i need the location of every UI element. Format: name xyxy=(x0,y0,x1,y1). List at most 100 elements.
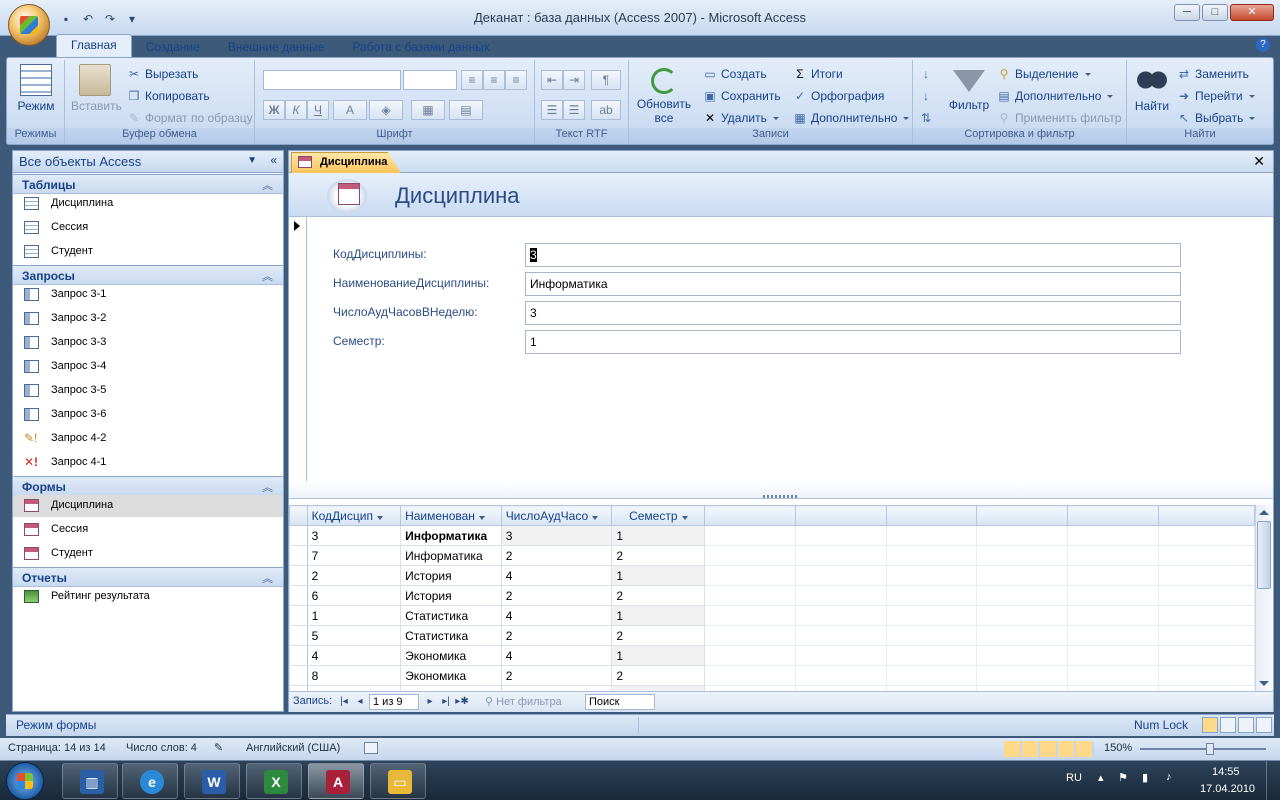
indent-decrease-icon[interactable]: ⇤ xyxy=(541,70,563,90)
last-record-icon[interactable]: ▸| xyxy=(439,695,453,709)
table-cell[interactable]: 8 xyxy=(306,665,402,686)
help-icon[interactable]: ? xyxy=(1256,38,1270,52)
save-record-button[interactable]: ▣ Сохранить xyxy=(703,86,780,106)
table-cell[interactable]: 1 xyxy=(306,605,402,626)
nav-section-forms[interactable]: Формы ︽ xyxy=(13,476,283,496)
field-input-code[interactable]: 3 xyxy=(525,243,1181,267)
zoom-slider[interactable] xyxy=(1140,748,1266,750)
close-document-icon[interactable]: ✕ xyxy=(1253,153,1265,170)
table-cell[interactable]: 2 xyxy=(611,585,706,606)
table-cell[interactable]: 1 xyxy=(611,565,706,586)
refresh-all-button[interactable]: Обновить все xyxy=(635,64,693,125)
first-record-icon[interactable]: |◂ xyxy=(337,695,351,709)
table-cell[interactable]: 3 xyxy=(500,525,613,546)
splitter-grip-icon[interactable] xyxy=(763,495,799,498)
table-cell[interactable]: 2 xyxy=(500,625,613,646)
volume-icon[interactable]: ♪ xyxy=(1166,771,1172,783)
select-button[interactable]: ↖ Выбрать xyxy=(1177,108,1256,128)
bullet-list-icon[interactable]: ☰ xyxy=(563,100,585,120)
taskbar-access[interactable]: A xyxy=(308,763,364,799)
goto-button[interactable]: ➜ Перейти xyxy=(1177,86,1255,106)
spelling-button[interactable]: ✓ Орфография xyxy=(793,86,884,106)
underline-button[interactable]: Ч xyxy=(307,100,329,120)
table-cell[interactable]: 4 xyxy=(500,605,613,626)
column-header[interactable]: Семестр xyxy=(611,505,706,526)
tab-home[interactable]: Главная xyxy=(56,34,132,58)
table-row[interactable]: 2 История 4 1 xyxy=(289,565,1255,586)
delete-record-button[interactable]: ✕ Удалить xyxy=(703,108,779,128)
row-selector[interactable] xyxy=(289,545,308,566)
row-selector[interactable] xyxy=(289,565,308,586)
table-cell[interactable]: 4 xyxy=(306,645,402,666)
action-center-icon[interactable]: ⚑ xyxy=(1118,771,1128,784)
nav-query-3-1[interactable]: Запрос 3-1 xyxy=(13,284,283,306)
filter-button[interactable]: Фильтр xyxy=(945,64,993,112)
show-desktop-button[interactable] xyxy=(1266,761,1280,800)
scrollbar-thumb[interactable] xyxy=(1257,521,1271,589)
column-header[interactable]: ЧислоАудЧасо xyxy=(500,505,613,526)
font-size-combo[interactable] xyxy=(403,70,457,90)
select-all-cell[interactable] xyxy=(289,505,308,526)
tab-external-data[interactable]: Внешние данные xyxy=(214,37,339,58)
view-button[interactable]: Режим xyxy=(13,64,59,113)
office-button[interactable] xyxy=(8,4,50,46)
table-cell[interactable]: 2 xyxy=(500,545,613,566)
nav-report-rating[interactable]: Рейтинг результата xyxy=(13,586,283,608)
table-cell[interactable]: 2 xyxy=(306,565,402,586)
totals-button[interactable]: Σ Итоги xyxy=(793,64,842,84)
bold-button[interactable]: Ж xyxy=(263,100,285,120)
table-cell[interactable]: Статистика xyxy=(400,625,502,646)
column-header[interactable]: Наименован xyxy=(400,505,502,526)
align-right-icon[interactable]: ≡ xyxy=(505,70,527,90)
minimize-button[interactable]: ─ xyxy=(1174,4,1200,21)
network-icon[interactable]: ▮ xyxy=(1142,771,1148,784)
paste-button[interactable]: Вставить xyxy=(71,64,122,113)
field-input-hours[interactable]: 3 xyxy=(525,301,1181,325)
start-button[interactable] xyxy=(6,762,44,800)
find-button[interactable]: Найти xyxy=(1131,64,1173,113)
alternate-fill-icon[interactable]: ▤ xyxy=(449,100,483,120)
prev-record-icon[interactable]: ◂ xyxy=(353,695,367,709)
layout-view-icon[interactable] xyxy=(1238,717,1254,733)
document-tab-discipline[interactable]: Дисциплина xyxy=(291,152,401,173)
row-selector[interactable] xyxy=(289,525,308,546)
scroll-down-icon[interactable] xyxy=(1259,681,1269,686)
taskbar-internet-explorer[interactable]: e xyxy=(122,763,178,799)
next-record-icon[interactable]: ▸ xyxy=(423,695,437,709)
table-row[interactable]: 1 Статистика 4 1 xyxy=(289,605,1255,626)
zoom-slider-thumb[interactable] xyxy=(1206,743,1214,755)
sort-asc-icon[interactable]: ↓ xyxy=(919,64,933,84)
more-records-button[interactable]: ▦ Дополнительно xyxy=(793,108,910,128)
tab-database-tools[interactable]: Работа с базами данных xyxy=(338,37,503,58)
table-cell[interactable]: 7 xyxy=(306,545,402,566)
align-left-icon[interactable]: ≡ xyxy=(461,70,483,90)
table-row[interactable]: 4 Экономика 4 1 xyxy=(289,645,1255,666)
table-cell[interactable]: Информатика xyxy=(400,545,502,566)
font-name-combo[interactable] xyxy=(263,70,401,90)
field-input-semester[interactable]: 1 xyxy=(525,330,1181,354)
copy-button[interactable]: ❐ Копировать xyxy=(127,86,210,106)
nav-table-session[interactable]: Сессия xyxy=(13,217,283,239)
font-color-button[interactable]: A xyxy=(333,100,367,120)
nav-query-4-1[interactable]: ✕! Запрос 4-1 xyxy=(13,452,283,474)
row-selector[interactable] xyxy=(289,645,308,666)
search-input[interactable]: Поиск xyxy=(585,694,655,710)
replace-button[interactable]: ⇄ Заменить xyxy=(1177,64,1249,84)
maximize-button[interactable]: □ xyxy=(1202,4,1228,21)
gridlines-icon[interactable]: ▦ xyxy=(411,100,445,120)
nav-query-3-4[interactable]: Запрос 3-4 xyxy=(13,356,283,378)
advanced-filter-button[interactable]: ▤ Дополнительно xyxy=(997,86,1114,106)
nav-query-3-2[interactable]: Запрос 3-2 xyxy=(13,308,283,330)
row-selector[interactable] xyxy=(289,605,308,626)
design-view-icon[interactable] xyxy=(1256,717,1272,733)
nav-form-discipline[interactable]: Дисциплина xyxy=(13,495,283,517)
nav-table-discipline[interactable]: Дисциплина xyxy=(13,193,283,215)
collapse-section-icon[interactable]: ︽ xyxy=(262,479,273,495)
cut-button[interactable]: ✂ Вырезать xyxy=(127,64,198,84)
table-cell[interactable]: Информатика xyxy=(400,525,502,546)
row-selector[interactable] xyxy=(289,585,308,606)
paragraph-icon[interactable]: ¶ xyxy=(591,70,621,90)
table-row[interactable]: 5 Статистика 2 2 xyxy=(289,625,1255,646)
nav-query-3-3[interactable]: Запрос 3-3 xyxy=(13,332,283,354)
table-row[interactable]: 3 Информатика 3 1 xyxy=(289,525,1255,546)
